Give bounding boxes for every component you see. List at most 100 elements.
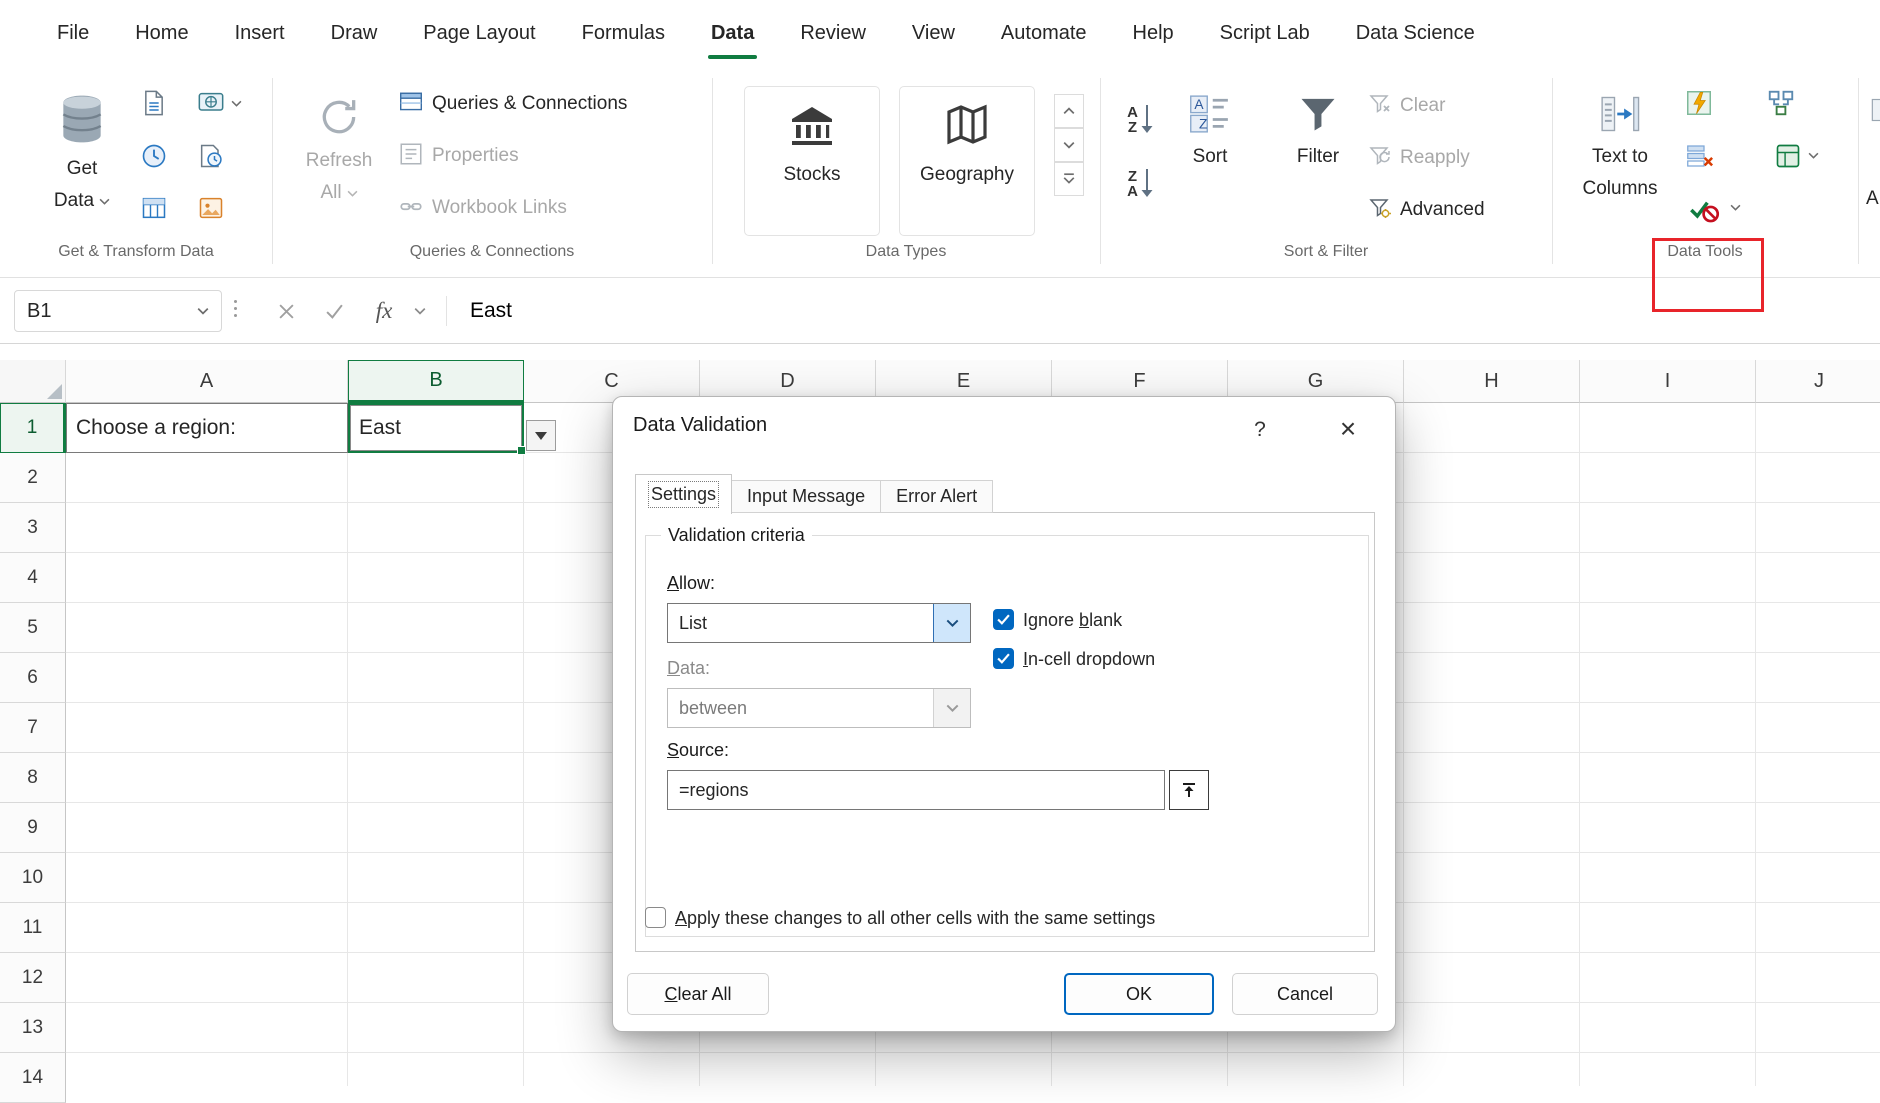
- menu-tab-view[interactable]: View: [889, 0, 978, 66]
- get-data-button[interactable]: Get Data: [30, 78, 134, 250]
- row-header-3[interactable]: 3: [0, 503, 66, 553]
- menu-tab-data-science[interactable]: Data Science: [1333, 0, 1498, 66]
- tab-input-message[interactable]: Input Message: [732, 480, 881, 513]
- dialog-close-button[interactable]: ×: [1325, 409, 1371, 449]
- reapply-filter-button[interactable]: Reapply: [1368, 140, 1470, 176]
- queries-connections-button[interactable]: Queries & Connections: [398, 86, 627, 122]
- ribbon: Get Data Get & Transform Data Refresh Al…: [0, 66, 1880, 278]
- row-header-9[interactable]: 9: [0, 803, 66, 853]
- workbook-links-button[interactable]: Workbook Links: [398, 190, 567, 226]
- insert-function-button[interactable]: fx: [364, 291, 404, 331]
- range-select-button[interactable]: [1169, 770, 1209, 810]
- flash-fill-icon[interactable]: [1681, 85, 1717, 121]
- filter-button[interactable]: Filter: [1279, 78, 1357, 250]
- ignore-blank-label[interactable]: Ignore blank: [1023, 610, 1122, 631]
- row-header-10[interactable]: 10: [0, 853, 66, 903]
- chevron-down-icon[interactable]: [1808, 152, 1819, 159]
- column-header-j[interactable]: J: [1756, 360, 1880, 403]
- data-model-icon[interactable]: [1770, 138, 1806, 174]
- dialog-help-button[interactable]: ?: [1241, 411, 1279, 449]
- menu-tab-help[interactable]: Help: [1110, 0, 1197, 66]
- chevron-down-icon[interactable]: [933, 604, 970, 642]
- menu-tab-formulas[interactable]: Formulas: [559, 0, 688, 66]
- row-header-5[interactable]: 5: [0, 603, 66, 653]
- cancel-button[interactable]: Cancel: [1232, 973, 1378, 1015]
- gallery-scroll-down-button[interactable]: [1054, 128, 1084, 162]
- clear-all-button[interactable]: Clear All: [627, 973, 769, 1015]
- chevron-down-icon[interactable]: [1730, 204, 1741, 211]
- row-header-6[interactable]: 6: [0, 653, 66, 703]
- clear-filter-button[interactable]: Clear: [1368, 88, 1445, 124]
- in-cell-dropdown-checkbox[interactable]: [993, 648, 1014, 669]
- text-to-columns-button[interactable]: Text to Columns: [1570, 78, 1670, 250]
- column-header-a[interactable]: A: [66, 360, 348, 403]
- tab-error-alert[interactable]: Error Alert: [881, 480, 993, 513]
- select-all-button[interactable]: [0, 360, 66, 403]
- column-header-i[interactable]: I: [1580, 360, 1756, 403]
- column-header-b[interactable]: B: [348, 360, 524, 403]
- cell-b1-active[interactable]: East: [348, 403, 524, 453]
- allow-dropdown[interactable]: List: [667, 603, 971, 643]
- cancel-entry-button[interactable]: [266, 291, 306, 331]
- cell-a1[interactable]: Choose a region:: [66, 403, 348, 453]
- menu-tab-script-lab[interactable]: Script Lab: [1197, 0, 1333, 66]
- advanced-filter-button[interactable]: Advanced: [1368, 192, 1485, 228]
- menu-tab-review[interactable]: Review: [777, 0, 889, 66]
- geography-data-type[interactable]: Geography: [899, 86, 1035, 236]
- group-divider: [712, 78, 713, 264]
- tab-settings[interactable]: Settings: [635, 474, 732, 514]
- row-header-8[interactable]: 8: [0, 753, 66, 803]
- menu-tab-data[interactable]: Data: [688, 0, 777, 66]
- svg-text:Z: Z: [1199, 116, 1207, 131]
- column-header-h[interactable]: H: [1404, 360, 1580, 403]
- row-header-2[interactable]: 2: [0, 453, 66, 503]
- formula-bar-grip-icon[interactable]: [234, 300, 237, 317]
- source-input[interactable]: =regions: [667, 770, 1165, 810]
- menu-tab-automate[interactable]: Automate: [978, 0, 1110, 66]
- gallery-more-button[interactable]: [1054, 162, 1084, 196]
- fill-handle[interactable]: [517, 446, 526, 455]
- chevron-down-icon[interactable]: [231, 100, 242, 107]
- chevron-down-icon[interactable]: [406, 291, 434, 331]
- name-box[interactable]: B1: [14, 290, 222, 332]
- sort-button[interactable]: AZ Sort: [1169, 78, 1251, 250]
- in-cell-dropdown-button[interactable]: [526, 420, 556, 451]
- recent-sources-icon[interactable]: [136, 138, 172, 174]
- from-picture-icon[interactable]: [193, 190, 229, 226]
- gallery-scroll-up-button[interactable]: [1054, 94, 1084, 128]
- apply-to-all-label[interactable]: Apply these changes to all other cells w…: [675, 908, 1155, 929]
- data-label: Data:: [667, 658, 710, 679]
- stocks-data-type[interactable]: Stocks: [744, 86, 880, 236]
- in-cell-dropdown-label[interactable]: In-cell dropdown: [1023, 649, 1155, 670]
- formula-bar-content[interactable]: East: [470, 278, 512, 344]
- row-header-14[interactable]: 14: [0, 1053, 66, 1103]
- from-table-icon[interactable]: [136, 190, 172, 226]
- remove-duplicates-icon[interactable]: [1681, 138, 1717, 174]
- menu-tab-draw[interactable]: Draw: [308, 0, 401, 66]
- apply-to-all-checkbox[interactable]: [645, 907, 666, 928]
- row-header-12[interactable]: 12: [0, 953, 66, 1003]
- existing-connections-icon[interactable]: [193, 138, 229, 174]
- from-web-icon[interactable]: [193, 85, 229, 121]
- menu-tab-home[interactable]: Home: [112, 0, 211, 66]
- sort-ascending-button[interactable]: AZ: [1114, 92, 1166, 148]
- data-validation-icon[interactable]: [1686, 190, 1722, 226]
- chevron-down-icon[interactable]: [197, 307, 209, 315]
- properties-button[interactable]: Properties: [398, 138, 519, 174]
- from-text-csv-icon[interactable]: [136, 85, 172, 121]
- ok-button[interactable]: OK: [1064, 973, 1214, 1015]
- row-header-11[interactable]: 11: [0, 903, 66, 953]
- menu-tab-file[interactable]: File: [34, 0, 112, 66]
- menu-tab-page-layout[interactable]: Page Layout: [400, 0, 558, 66]
- row-header-7[interactable]: 7: [0, 703, 66, 753]
- row-header-1[interactable]: 1: [0, 403, 66, 453]
- row-header-4[interactable]: 4: [0, 553, 66, 603]
- confirm-entry-button[interactable]: [314, 291, 354, 331]
- ignore-blank-checkbox[interactable]: [993, 609, 1014, 630]
- dialog-tabs: Settings Input Message Error Alert: [635, 474, 993, 513]
- refresh-all-button[interactable]: Refresh All: [300, 78, 378, 250]
- row-header-13[interactable]: 13: [0, 1003, 66, 1053]
- sort-descending-button[interactable]: ZA: [1114, 156, 1166, 212]
- menu-tab-insert[interactable]: Insert: [212, 0, 308, 66]
- consolidate-icon[interactable]: [1763, 85, 1799, 121]
